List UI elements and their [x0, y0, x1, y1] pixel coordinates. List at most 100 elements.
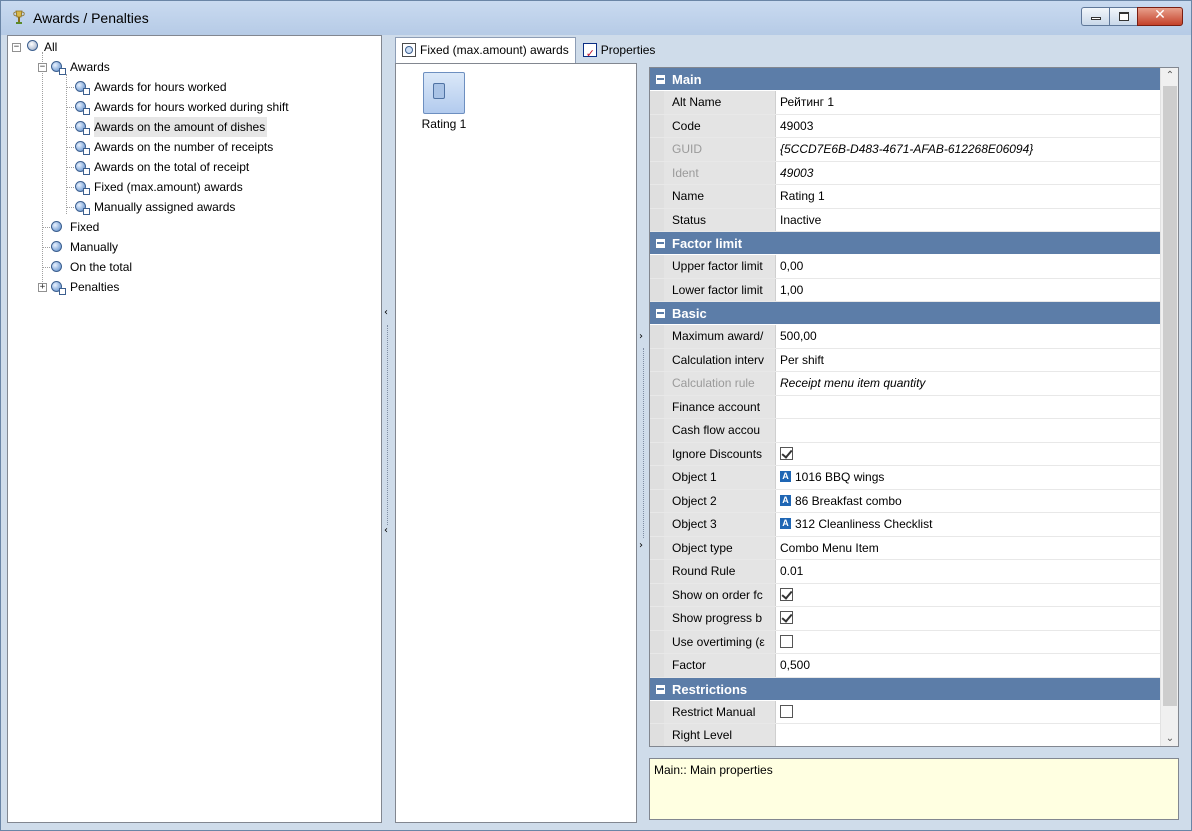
prop-lower-factor[interactable]: Lower factor limit 1,00 — [650, 278, 1160, 302]
collapse-category-icon[interactable] — [656, 239, 665, 248]
tree-node-all[interactable]: − All — [8, 37, 378, 57]
category-restrictions[interactable]: Restrictions — [650, 677, 1160, 701]
collapse-category-icon[interactable] — [656, 309, 665, 318]
prop-value[interactable]: Rating 1 — [776, 185, 1160, 208]
prop-name: Object 2 — [664, 489, 776, 512]
close-button[interactable]: ✕ — [1137, 7, 1183, 26]
collapse-right-arrow-icon[interactable]: › — [639, 331, 643, 342]
tree-node-fixed[interactable]: Fixed — [8, 217, 378, 237]
prop-value[interactable]: 312 Cleanliness Checklist — [795, 517, 932, 531]
tree-node-award-manual[interactable]: Manually assigned awards — [8, 197, 378, 217]
prop-show-progress[interactable]: Show progress b — [650, 607, 1160, 631]
tree-node-penalties[interactable]: + Penalties — [8, 277, 378, 297]
expand-toggle[interactable]: + — [38, 283, 47, 292]
prop-finance-account[interactable]: Finance account — [650, 395, 1160, 419]
prop-use-overtiming[interactable]: Use overtiming (ε — [650, 630, 1160, 654]
restrict-manual-checkbox[interactable] — [780, 704, 793, 718]
maximize-button[interactable] — [1109, 7, 1137, 26]
prop-value[interactable]: 500,00 — [776, 325, 1160, 348]
prop-code[interactable]: Code 49003 — [650, 114, 1160, 138]
prop-value[interactable]: 86 Breakfast combo — [795, 494, 902, 508]
prop-cash-flow[interactable]: Cash flow accou — [650, 419, 1160, 443]
category-factor-limit[interactable]: Factor limit — [650, 232, 1160, 255]
prop-value: Receipt menu item quantity — [776, 372, 1160, 395]
prop-value[interactable]: 0,00 — [776, 255, 1160, 278]
collapse-right-arrow-icon[interactable]: › — [639, 540, 643, 551]
tree-node-label: All — [44, 40, 58, 54]
collapse-toggle[interactable]: − — [12, 43, 21, 52]
prop-name: GUID — [664, 138, 776, 161]
tree-node-award-receipts[interactable]: Awards on the number of receipts — [8, 137, 378, 157]
minimize-icon — [1091, 17, 1101, 20]
prop-max-award[interactable]: Maximum award/500,00 — [650, 325, 1160, 349]
prop-value[interactable] — [776, 724, 1160, 746]
prop-value[interactable]: Combo Menu Item — [776, 536, 1160, 559]
collapse-left-arrow-icon[interactable]: ‹ — [384, 307, 388, 318]
tab-items[interactable]: Fixed (max.amount) awards — [395, 37, 576, 63]
prop-factor[interactable]: Factor 0,500 — [650, 654, 1160, 678]
category-tree: − All − Awards Awards for hours worked A… — [7, 35, 382, 823]
penalty-type-icon — [50, 219, 66, 235]
collapse-category-icon[interactable] — [656, 684, 665, 694]
prop-value[interactable] — [776, 419, 1160, 442]
tab-properties[interactable]: ✓ Properties — [576, 37, 663, 63]
prop-value[interactable] — [776, 395, 1160, 418]
tree-node-award-total[interactable]: Awards on the total of receipt — [8, 157, 378, 177]
minimize-button[interactable] — [1081, 7, 1109, 26]
left-splitter[interactable]: ‹ ‹ — [383, 35, 392, 823]
show-progress-checkbox[interactable] — [780, 611, 793, 625]
tree-node-award-hours-shift[interactable]: Awards for hours worked during shift — [8, 97, 378, 117]
prop-name: Ident — [664, 161, 776, 184]
prop-value[interactable]: Per shift — [776, 348, 1160, 371]
item-tile[interactable]: Rating 1 — [414, 72, 474, 131]
collapse-toggle[interactable]: − — [38, 63, 47, 72]
prop-right-level[interactable]: Right Level — [650, 724, 1160, 746]
scroll-up-icon[interactable]: ⌃ — [1161, 70, 1178, 81]
prop-value[interactable]: 1,00 — [776, 278, 1160, 301]
scrollbar-thumb[interactable] — [1163, 86, 1177, 706]
right-splitter[interactable]: › › — [638, 63, 647, 823]
show-on-order-checkbox[interactable] — [780, 587, 793, 601]
property-scrollbar[interactable]: ⌃ ⌄ — [1160, 68, 1178, 746]
prop-show-on-order[interactable]: Show on order fc — [650, 583, 1160, 607]
category-main[interactable]: Main — [650, 68, 1160, 91]
prop-calc-interval[interactable]: Calculation interv Per shift — [650, 348, 1160, 372]
prop-value[interactable]: 0.01 — [776, 560, 1160, 583]
tree-node-award-fixed-max[interactable]: Fixed (max.amount) awards — [8, 177, 378, 197]
prop-upper-factor[interactable]: Upper factor limit 0,00 — [650, 255, 1160, 279]
prop-value[interactable]: 0,500 — [776, 654, 1160, 677]
title-bar: Awards / Penalties ✕ — [1, 1, 1191, 35]
prop-object-1[interactable]: Object 1 A 1016 BBQ wings — [650, 466, 1160, 490]
prop-alt-name[interactable]: Alt Name Рейтинг 1 — [650, 91, 1160, 115]
prop-name-field[interactable]: Name Rating 1 — [650, 185, 1160, 209]
prop-restrict-manual[interactable]: Restrict Manual — [650, 700, 1160, 724]
tree-node-manually[interactable]: Manually — [8, 237, 378, 257]
collapse-category-icon[interactable] — [656, 75, 665, 84]
prop-round-rule[interactable]: Round Rule 0.01 — [650, 560, 1160, 584]
prop-value[interactable]: Inactive — [776, 208, 1160, 231]
prop-ignore-discounts[interactable]: Ignore Discounts — [650, 442, 1160, 466]
collapse-left-arrow-icon[interactable]: ‹ — [384, 525, 388, 536]
property-grid: Main Alt Name Рейтинг 1 Code 49003 GUID {5C… — [649, 67, 1179, 747]
ignore-discounts-checkbox[interactable] — [780, 446, 793, 460]
property-description: Main:: Main properties — [649, 758, 1179, 820]
prop-value[interactable]: Рейтинг 1 — [776, 91, 1160, 114]
use-overtiming-checkbox[interactable] — [780, 634, 793, 648]
prop-name: Factor — [664, 654, 776, 677]
tree-node-label: Awards on the number of receipts — [94, 140, 274, 154]
prop-object-type[interactable]: Object type Combo Menu Item — [650, 536, 1160, 560]
prop-object-2[interactable]: Object 2 A 86 Breakfast combo — [650, 489, 1160, 513]
tree-node-on-total[interactable]: On the total — [8, 257, 378, 277]
tree-node-label: Awards — [70, 60, 110, 74]
category-basic[interactable]: Basic — [650, 302, 1160, 325]
view-tabs: Fixed (max.amount) awards ✓ Properties — [395, 37, 662, 63]
prop-object-3[interactable]: Object 3 A 312 Cleanliness Checklist — [650, 513, 1160, 537]
prop-value[interactable]: 49003 — [776, 114, 1160, 137]
award-type-icon — [74, 139, 90, 155]
tree-node-award-hours[interactable]: Awards for hours worked — [8, 77, 378, 97]
tree-node-awards[interactable]: − Awards — [8, 57, 378, 77]
scroll-down-icon[interactable]: ⌄ — [1161, 733, 1178, 744]
prop-status[interactable]: Status Inactive — [650, 208, 1160, 232]
tree-node-award-dishes[interactable]: Awards on the amount of dishes — [8, 117, 378, 137]
prop-value[interactable]: 1016 BBQ wings — [795, 470, 884, 484]
